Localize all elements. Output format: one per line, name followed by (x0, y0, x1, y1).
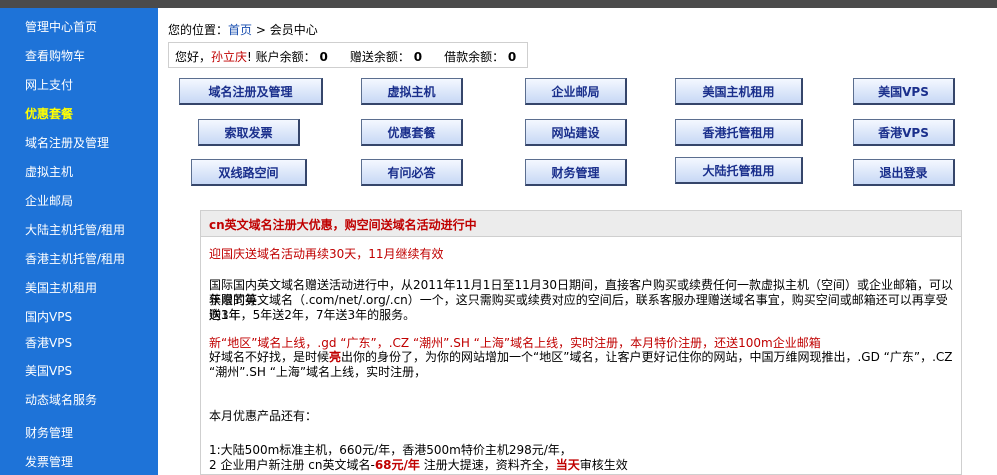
news-line-8: 本月优惠产品还有： (209, 409, 318, 423)
sidebar-item-ddns[interactable]: 动态域名服务 (25, 391, 97, 408)
breadcrumb: 您的位置：首页 > 会员中心 (168, 21, 318, 38)
news-line-10: 2 企业用户新注册 cn英文域名-68元/年 注册大提速，资料齐全，当天审核生效 (209, 458, 954, 473)
user-name: 孙立庆 (211, 50, 248, 64)
domain-management-button[interactable]: 域名注册及管理 (179, 78, 323, 105)
breadcrumb-separator: > (252, 23, 270, 37)
breadcrumb-prefix: 您的位置： (168, 23, 229, 37)
sidebar-item-us-vps[interactable]: 美国VPS (25, 362, 72, 379)
mainland-hosting-button[interactable]: 大陆托管租用 (675, 157, 803, 184)
sidebar-item-hk-hosting[interactable]: 香港主机托管/租用 (25, 250, 125, 267)
sidebar-item-online-pay[interactable]: 网上支付 (25, 76, 73, 93)
enterprise-mail-button[interactable]: 企业邮局 (525, 78, 627, 105)
hk-vps-button[interactable]: 香港VPS (853, 119, 955, 146)
hk-hosting-button[interactable]: 香港托管租用 (675, 119, 803, 146)
news-line-10-c: 审核生效 (579, 458, 628, 472)
news-line-5: 新“地区”域名上线，.gd “广东”，.CZ “潮州”.SH “上海”域名上线，… (209, 336, 821, 350)
sidebar-item-packages[interactable]: 优惠套餐 (25, 105, 73, 122)
faq-button[interactable]: 有问必答 (361, 159, 463, 186)
request-invoice-button[interactable]: 索取发票 (198, 119, 300, 146)
sidebar-item-mail[interactable]: 企业邮局 (25, 192, 73, 209)
virtual-host-button[interactable]: 虚拟主机 (361, 78, 463, 105)
us-vps-button[interactable]: 美国VPS (853, 78, 955, 105)
sidebar-item-domain[interactable]: 域名注册及管理 (25, 134, 109, 151)
account-balance-value: 0 (319, 50, 328, 64)
sidebar-item-invoice[interactable]: 发票管理 (25, 453, 73, 470)
loan-balance-value: 0 (507, 50, 517, 64)
sidebar-item-us-hosting[interactable]: 美国主机租用 (25, 279, 97, 296)
news-line-10-today: 当天 (555, 458, 580, 472)
gift-balance-label: 赠送余额： (349, 50, 410, 64)
breadcrumb-current: 会员中心 (269, 23, 318, 37)
news-line-6: 好域名不好找，是时候亮出你的身份了，为你的网站增加一个“地区”域名，让客户更好记… (209, 350, 954, 365)
news-line-4: 送1年，5年送2年，7年送3年的服务。 (209, 308, 416, 322)
main-content: 您的位置：首页 > 会员中心 您好，孙立庆! 账户余额： 0 赠送余额： 0 借款余… (158, 8, 997, 475)
logout-button[interactable]: 退出登录 (853, 159, 955, 186)
sidebar-item-cn-vps[interactable]: 国内VPS (25, 308, 72, 325)
finance-button[interactable]: 财务管理 (525, 159, 627, 186)
news-line-10-a: 2 企业用户新注册 cn英文域名- (209, 458, 375, 472)
packages-button[interactable]: 优惠套餐 (361, 119, 463, 146)
news-line-6-highlight: 亮 (329, 350, 342, 364)
sidebar-item-virtual-host[interactable]: 虚拟主机 (25, 163, 73, 180)
sidebar-item-admin-home[interactable]: 管理中心首页 (25, 18, 97, 35)
sidebar-item-hk-vps[interactable]: 香港VPS (25, 334, 72, 351)
news-line-7: “潮州”.SH “上海”域名上线，实时注册， (209, 365, 427, 379)
dual-line-space-button[interactable]: 双线路空间 (191, 159, 307, 186)
account-balance-label: 账户余额： (251, 50, 316, 64)
news-line-10-price: 68元/年 (374, 458, 420, 472)
sidebar-item-mainland-hosting[interactable]: 大陆主机托管/租用 (25, 221, 125, 238)
news-line-10-b: 注册大提速，资料齐全， (419, 458, 556, 472)
news-line-6-b: 出你的身份了，为你的网站增加一个“地区”域名，让客户更好记住你的网站，中国万维网… (341, 350, 953, 364)
balance-bar: 您好，孙立庆! 账户余额： 0 赠送余额： 0 借款余额： 0 (168, 42, 528, 68)
sidebar: 管理中心首页 查看购物车 网上支付 优惠套餐 域名注册及管理 虚拟主机 企业邮局… (0, 8, 158, 475)
news-line-9: 1:大陆500m标准主机，660元/年，香港500m特价主机298元/年， (209, 443, 572, 457)
us-hosting-button[interactable]: 美国主机租用 (675, 78, 803, 105)
website-building-button[interactable]: 网站建设 (525, 119, 627, 146)
news-panel: cn英文域名注册大优惠，购空间送域名活动进行中 迎国庆送域名活动再续30天，11… (200, 210, 962, 475)
loan-balance-label: 借款余额： (444, 50, 505, 64)
greeting: 您好， (175, 50, 212, 64)
sidebar-item-cart[interactable]: 查看购物车 (25, 47, 85, 64)
breadcrumb-home-link[interactable]: 首页 (228, 23, 252, 37)
gift-balance-value: 0 (413, 50, 423, 64)
top-bar (0, 0, 997, 8)
news-line-6-a: 好域名不好找，是时候 (209, 350, 330, 364)
sidebar-item-finance[interactable]: 财务管理 (25, 424, 73, 441)
news-title: cn英文域名注册大优惠，购空间送域名活动进行中 (201, 211, 961, 237)
news-line-1: 迎国庆送域名活动再续30天，11月继续有效 (209, 247, 444, 261)
